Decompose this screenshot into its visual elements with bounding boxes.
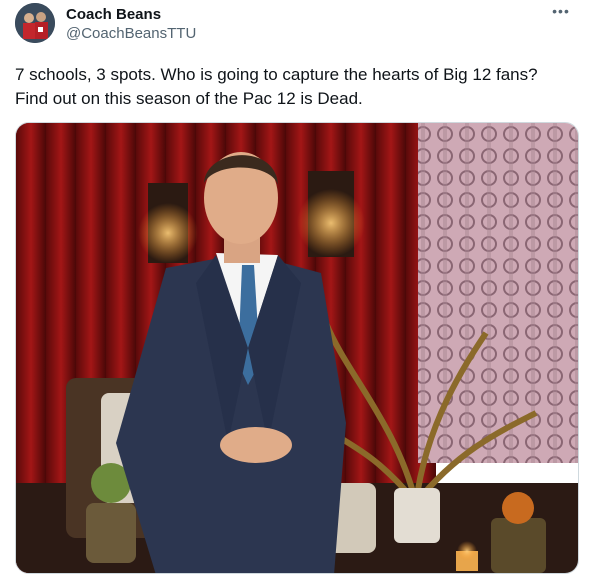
author-names: Coach Beans @CoachBeansTTU (66, 6, 196, 44)
avatar-photo-icon (15, 3, 55, 43)
author-display-name[interactable]: Coach Beans (66, 6, 196, 24)
photo-host-on-stage-icon (16, 123, 578, 573)
author-handle[interactable]: @CoachBeansTTU (66, 24, 196, 44)
more-icon[interactable]: ••• (551, 4, 571, 18)
tweet-text: 7 schools, 3 spots. Who is going to capt… (15, 65, 538, 108)
tweet-media-photo[interactable] (15, 122, 579, 574)
author-avatar[interactable] (15, 3, 55, 43)
tweet-card[interactable]: Coach Beans @CoachBeansTTU ••• 7 schools… (0, 0, 591, 584)
